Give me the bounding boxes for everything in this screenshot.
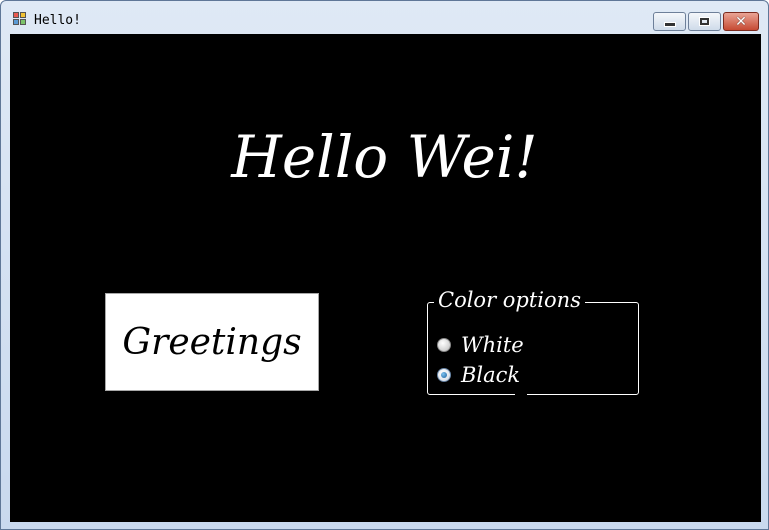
app-window: Hello! ✕ Hello Wei! Greetings Color opti… (0, 0, 769, 530)
title-bar[interactable]: Hello! ✕ (1, 1, 768, 34)
window-title: Hello! (34, 13, 81, 28)
maximize-button[interactable] (688, 12, 721, 31)
color-options-group: Color options White Black (427, 287, 639, 395)
radio-option-black[interactable]: Black (437, 362, 520, 388)
groupbox-border-gap (515, 393, 527, 395)
minimize-button[interactable] (653, 12, 686, 31)
client-area: Hello Wei! Greetings Color options White… (10, 34, 761, 522)
radio-unchecked-icon[interactable] (437, 338, 451, 352)
color-options-legend: Color options (434, 287, 585, 313)
radio-checked-icon[interactable] (437, 368, 451, 382)
radio-label-black: Black (461, 363, 521, 387)
close-icon: ✕ (735, 13, 747, 30)
maximize-icon (699, 17, 710, 26)
minimize-icon (663, 22, 676, 27)
radio-option-white[interactable]: White (437, 332, 524, 358)
app-icon[interactable] (13, 12, 29, 26)
greetings-button[interactable]: Greetings (105, 293, 319, 391)
close-button[interactable]: ✕ (723, 12, 759, 31)
greeting-heading: Hello Wei! (231, 123, 538, 191)
radio-label-white: White (461, 333, 524, 357)
